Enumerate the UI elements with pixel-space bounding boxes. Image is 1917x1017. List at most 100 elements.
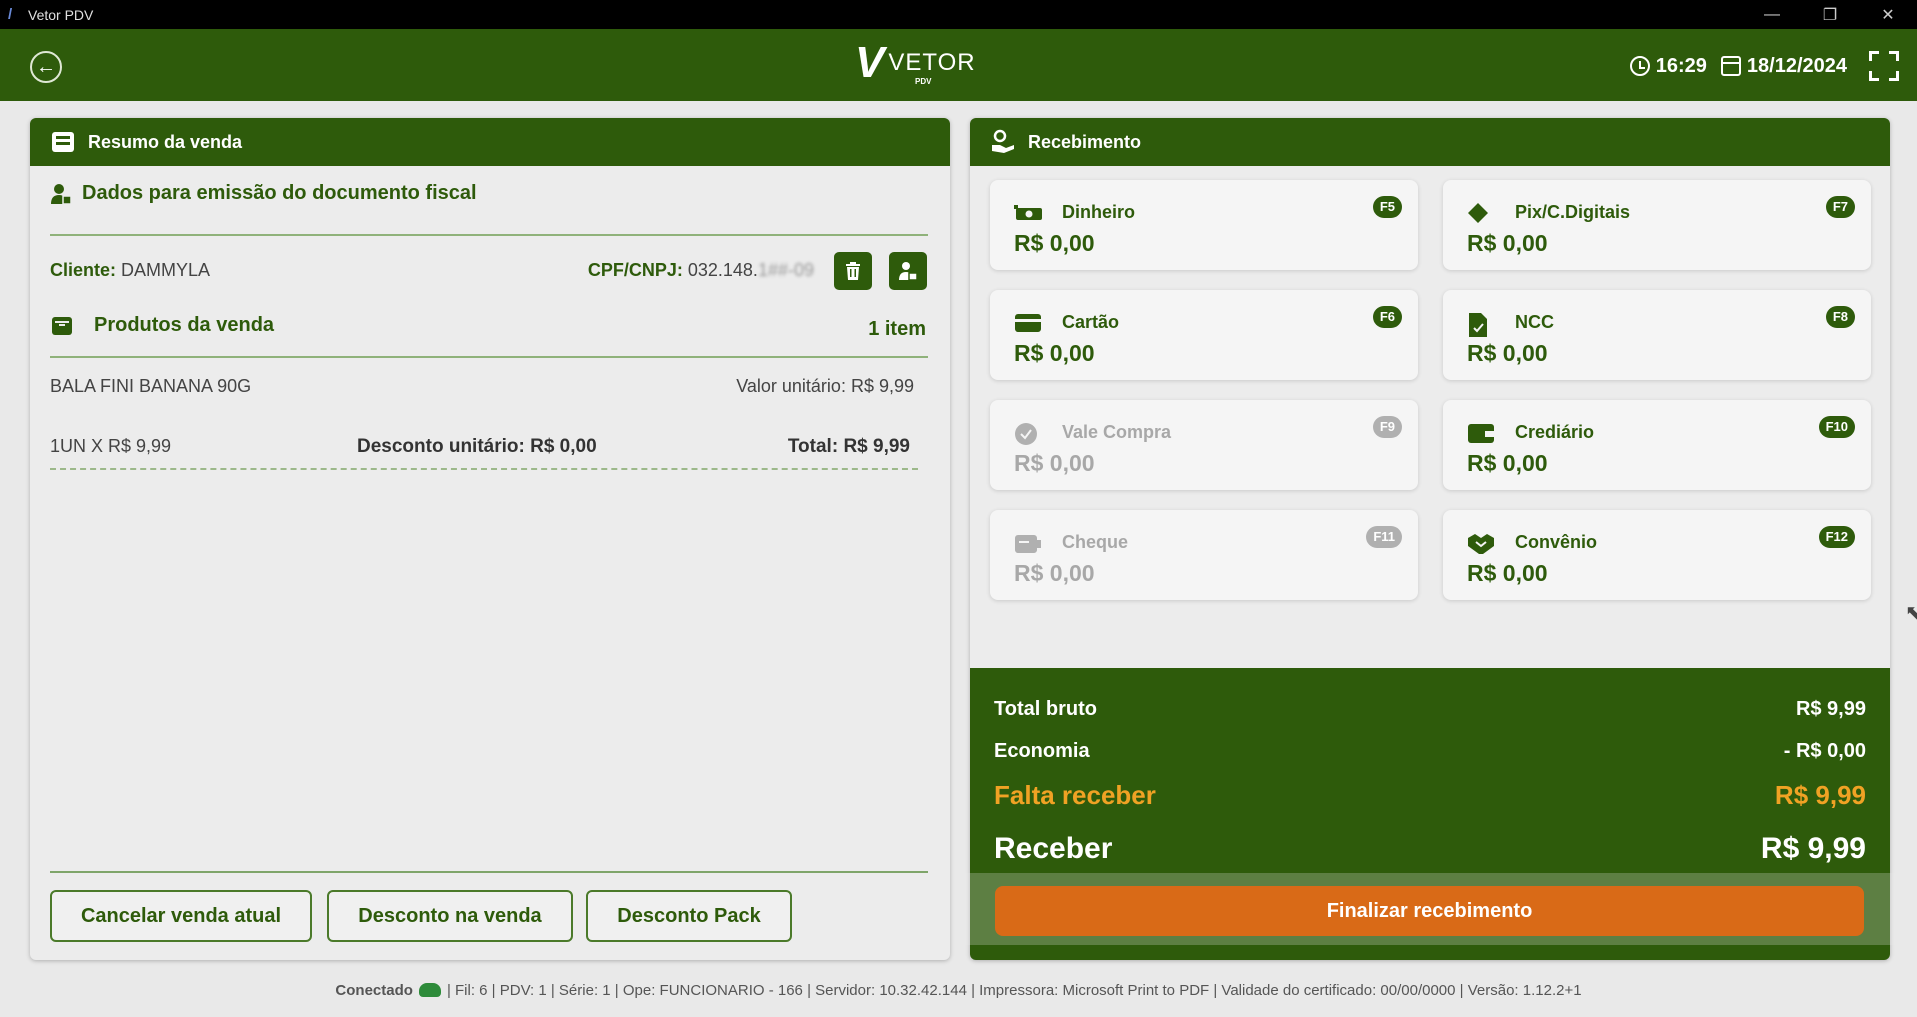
wallet-icon (1467, 422, 1497, 444)
payment-name: Crediário (1515, 422, 1595, 442)
connection-status: Conectado (335, 981, 413, 999)
header-date: 18/12/2024 (1746, 54, 1847, 77)
app-logo-icon: / (8, 5, 13, 23)
cpf-info: CPF/CNPJ: 032.148.1##-09 (588, 260, 814, 281)
back-button[interactable]: ← (30, 51, 62, 83)
minimize-button[interactable]: — (1743, 0, 1801, 29)
payment-pix[interactable]: Pix/C.Digitais R$ 0,00 F7 (1443, 180, 1871, 270)
mouse-cursor-icon: ⬉ (1905, 602, 1917, 624)
divider (50, 871, 928, 873)
shortcut-badge: F5 (1372, 196, 1402, 218)
client-label: Cliente: (50, 260, 117, 280)
shortcut-badge: F8 (1825, 306, 1855, 328)
shortcut-badge: F9 (1372, 416, 1402, 438)
payment-name: Convênio (1515, 532, 1598, 552)
receber-value: R$ 9,99 (1760, 832, 1866, 865)
economia-label: Economia (994, 740, 1090, 762)
product-discount: Desconto unitário: R$ 0,00 (357, 436, 597, 457)
divider (50, 234, 928, 236)
register-icon (52, 132, 74, 152)
payment-dinheiro[interactable]: Dinheiro R$ 0,00 F5 (990, 180, 1418, 270)
status-info: | Fil: 6 | PDV: 1 | Série: 1 | Ope: FUNC… (446, 981, 1582, 999)
shortcut-badge: F12 (1818, 526, 1855, 548)
payment-convenio[interactable]: Convênio R$ 0,00 F12 (1443, 510, 1871, 600)
pix-icon (1467, 202, 1497, 224)
payment-name: Pix/C.Digitais (1515, 202, 1631, 222)
shortcut-badge: F7 (1825, 196, 1855, 218)
fullscreen-icon[interactable] (1869, 51, 1899, 81)
total-bruto-value: R$ 9,99 (1795, 698, 1866, 720)
products-title: Produtos da venda (94, 314, 275, 336)
handshake-icon (1467, 532, 1497, 554)
receber-label: Receber (994, 832, 1113, 865)
cheque-icon (1014, 532, 1044, 554)
sale-discount-button[interactable]: Desconto na venda (327, 890, 573, 942)
shortcut-badge: F10 (1818, 416, 1855, 438)
payment-header: Recebimento (970, 118, 1890, 166)
divider (50, 356, 928, 358)
card-icon (1014, 312, 1044, 334)
payment-value: R$ 0,00 (1014, 340, 1095, 366)
restore-button[interactable]: ❐ (1801, 0, 1859, 29)
product-unit-value: Valor unitário: R$ 9,99 (736, 376, 914, 396)
edit-client-button[interactable] (889, 252, 927, 290)
falta-receber-label: Falta receber (994, 780, 1156, 810)
cloud-icon (418, 983, 441, 997)
economia-value: - R$ 0,00 (1783, 740, 1866, 762)
brand-mark: V (855, 38, 885, 87)
user-edit-icon (899, 262, 918, 281)
payment-value: R$ 0,00 (1014, 230, 1095, 256)
header-time: 16:29 (1655, 54, 1707, 77)
sale-summary-header: Resumo da venda (30, 118, 950, 166)
cpf-label: CPF/CNPJ: (587, 260, 683, 280)
payment-name: Dinheiro (1062, 202, 1136, 222)
payment-value: R$ 0,00 (1014, 560, 1095, 586)
products-section-title: Produtos da venda (50, 314, 274, 337)
payment-name: NCC (1515, 312, 1554, 332)
total-bruto-row: Total bruto R$ 9,99 (994, 698, 1866, 721)
economia-row: Economia - R$ 0,00 (994, 740, 1866, 763)
product-total: Total: R$ 9,99 (787, 436, 910, 457)
product-quantity: 1UN X R$ 9,99 (50, 436, 172, 456)
payment-value: R$ 0,00 (1467, 450, 1548, 476)
close-window-button[interactable]: ✕ (1859, 0, 1917, 29)
brand-word: VETOR (888, 49, 976, 76)
payment-cartao[interactable]: Cartão R$ 0,00 F6 (990, 290, 1418, 380)
falta-receber-row: Falta receber R$ 9,99 (994, 780, 1866, 811)
falta-receber-value: R$ 9,99 (1774, 780, 1866, 810)
shortcut-badge: F11 (1366, 526, 1402, 548)
document-icon (1467, 312, 1497, 337)
shortcut-badge: F6 (1372, 306, 1402, 328)
cpf-hidden: 1##-09 (757, 260, 814, 280)
window-title: Vetor PDV (28, 6, 94, 23)
total-bruto-label: Total bruto (994, 698, 1097, 720)
delete-client-button[interactable] (834, 252, 872, 290)
cpf-value: 032.148. (687, 260, 758, 280)
box-icon (52, 316, 72, 335)
hand-coin-icon (992, 129, 1014, 153)
cancel-sale-button[interactable]: Cancelar venda atual (50, 890, 312, 942)
payment-crediario[interactable]: Crediário R$ 0,00 F10 (1443, 400, 1871, 490)
payment-panel: Recebimento Dinheiro R$ 0,00 F5 Pix/C.Di… (970, 118, 1890, 960)
status-bar: Conectado | Fil: 6 | PDV: 1 | Série: 1 |… (0, 978, 1917, 1002)
fiscal-title: Dados para emissão do documento fiscal (82, 182, 477, 204)
payment-vale-compra: Vale Compra R$ 0,00 F9 (990, 400, 1418, 490)
pack-discount-button[interactable]: Desconto Pack (586, 890, 792, 942)
cash-icon (1014, 202, 1044, 224)
finalize-payment-button[interactable]: Finalizar recebimento (995, 886, 1864, 936)
app-header: ← V VETOR PDV 16:29 18/12/2024 (0, 29, 1917, 101)
payment-value: R$ 0,00 (1467, 230, 1548, 256)
payment-ncc[interactable]: NCC R$ 0,00 F8 (1443, 290, 1871, 380)
payment-name: Cheque (1062, 532, 1129, 552)
fiscal-section-title: Dados para emissão do documento fiscal (50, 182, 477, 205)
receber-row: Receber R$ 9,99 (994, 832, 1866, 866)
item-count: 1 item (868, 318, 926, 340)
trash-icon (846, 262, 860, 280)
user-document-icon (51, 183, 72, 205)
product-separator (50, 468, 918, 470)
brand-logo: V VETOR PDV (855, 38, 976, 87)
calendar-icon (1720, 56, 1741, 76)
voucher-icon (1014, 422, 1044, 445)
payment-name: Vale Compra (1062, 422, 1172, 442)
client-info: Cliente: DAMMYLA (50, 260, 210, 281)
